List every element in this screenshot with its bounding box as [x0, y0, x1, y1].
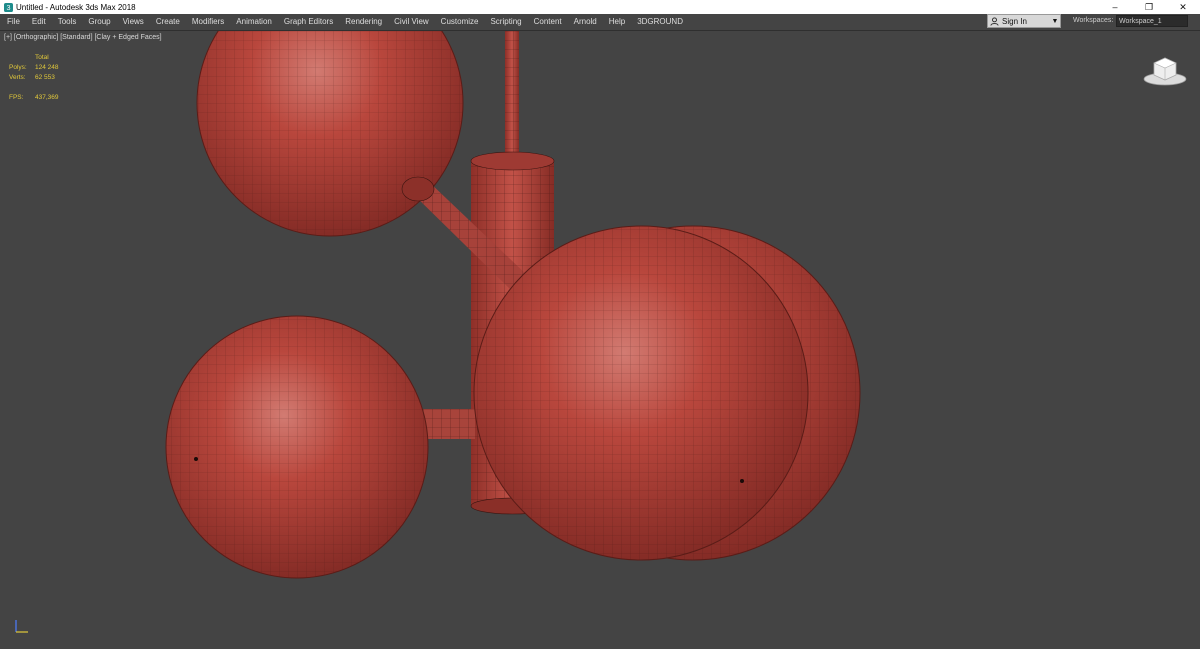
menu-rendering[interactable]: Rendering: [339, 14, 388, 30]
verts-value: 62 553: [35, 74, 55, 81]
window-title: Untitled - Autodesk 3ds Max 2018: [16, 2, 136, 12]
menu-views[interactable]: Views: [117, 14, 150, 30]
chevron-down-icon: ▼: [1051, 17, 1059, 25]
menu-graph-editors[interactable]: Graph Editors: [278, 14, 339, 30]
menu-help[interactable]: Help: [603, 14, 631, 30]
menu-modifiers[interactable]: Modifiers: [186, 14, 230, 30]
menu-content[interactable]: Content: [528, 14, 568, 30]
menu-arnold[interactable]: Arnold: [568, 14, 603, 30]
fps-value: 437,369: [35, 94, 59, 101]
lower-arm: [420, 409, 475, 439]
menu-group[interactable]: Group: [82, 14, 116, 30]
restore-button[interactable]: ❐: [1132, 0, 1166, 14]
menu-tools[interactable]: Tools: [52, 14, 83, 30]
statistics-overlay: Total Polys: 124 248 Verts: 62 553 FPS: 437…: [9, 53, 59, 103]
viewport[interactable]: [+] [Orthographic] [Standard] [Clay + Ed…: [0, 31, 1200, 649]
menu-civil-view[interactable]: Civil View: [388, 14, 435, 30]
lower-left-globe: [165, 315, 429, 579]
menu-animation[interactable]: Animation: [230, 14, 278, 30]
top-left-globe: [196, 31, 464, 237]
sign-in-dropdown[interactable]: Sign In ▼: [987, 14, 1061, 28]
menu-file[interactable]: File: [0, 14, 26, 30]
3dsmax-app-icon: 3: [3, 2, 13, 12]
viewcube-icon[interactable]: [1142, 53, 1188, 87]
menu-3dground[interactable]: 3DGROUND: [631, 14, 689, 30]
menu-create[interactable]: Create: [150, 14, 186, 30]
sign-in-label: Sign In: [1002, 16, 1027, 26]
workspaces-label: Workspaces:: [1073, 17, 1114, 24]
front-right-globe: [473, 225, 809, 561]
title-bar: 3 Untitled - Autodesk 3ds Max 2018 – ❐ ✕: [0, 0, 1200, 14]
svg-text:3: 3: [6, 3, 10, 12]
fps-label: FPS:: [9, 94, 24, 101]
user-icon: [988, 16, 1000, 26]
axis-tripod-icon: [12, 616, 32, 636]
stats-header: Total: [35, 54, 49, 61]
close-button[interactable]: ✕: [1166, 0, 1200, 14]
polys-label: Polys:: [9, 64, 27, 71]
menu-edit[interactable]: Edit: [26, 14, 52, 30]
workspaces-select[interactable]: Workspace_1: [1116, 15, 1188, 27]
polys-value: 124 248: [35, 64, 59, 71]
menu-customize[interactable]: Customize: [435, 14, 485, 30]
menu-scripting[interactable]: Scripting: [484, 14, 527, 30]
menu-items: File Edit Tools Group Views Create Modifiers An…: [0, 14, 689, 30]
verts-label: Verts:: [9, 74, 26, 81]
minimize-button[interactable]: –: [1098, 0, 1132, 14]
viewport-label[interactable]: [+] [Orthographic] [Standard] [Clay + Ed…: [4, 34, 162, 41]
scene-render: [165, 31, 861, 579]
